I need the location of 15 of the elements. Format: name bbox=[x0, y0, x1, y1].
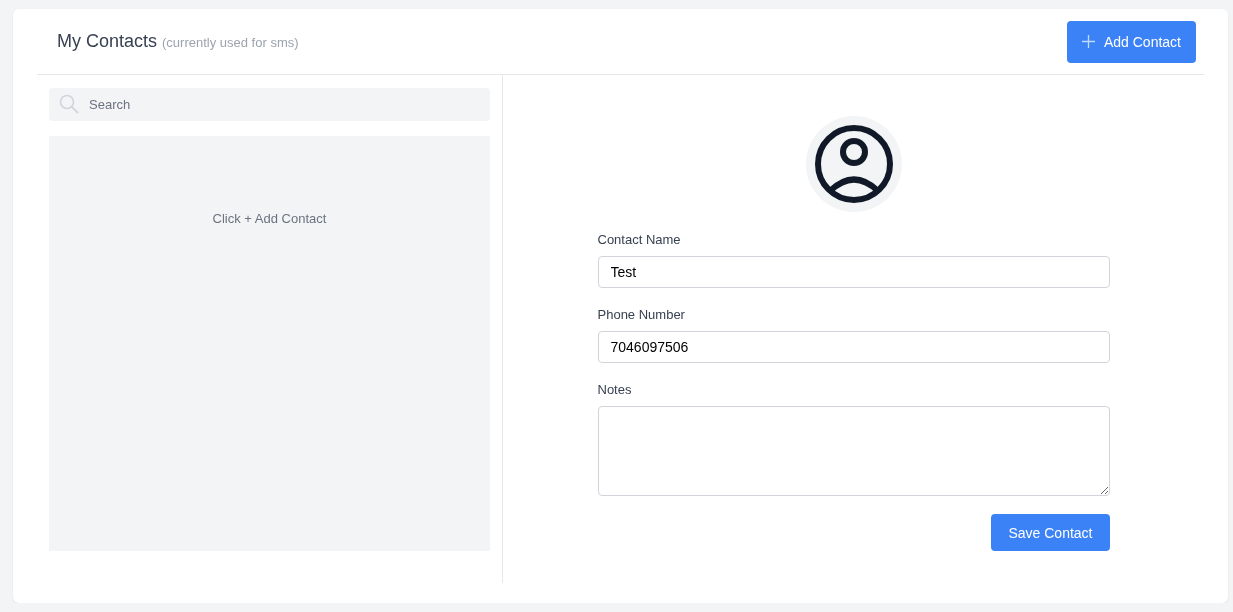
text-field[interactable]: Test bbox=[597, 256, 1110, 288]
save-contact-button[interactable]: Save Contact bbox=[991, 514, 1110, 551]
empty-list-message: Click + Add Contact bbox=[212, 211, 327, 227]
search-icon bbox=[59, 94, 79, 114]
search-field[interactable]: Search bbox=[49, 88, 490, 121]
field-label: Notes bbox=[597, 382, 633, 399]
page-subtitle: (currently used for sms) bbox=[162, 35, 299, 50]
page-title: My Contacts bbox=[57, 31, 158, 52]
text-field[interactable]: 7046097506 bbox=[597, 331, 1110, 363]
user-avatar-icon bbox=[813, 124, 894, 204]
field-label: Phone Number bbox=[597, 307, 686, 324]
plus-icon bbox=[1081, 35, 1095, 48]
notes-field[interactable] bbox=[597, 406, 1110, 496]
add-contact-button[interactable]: Add Contact bbox=[1066, 20, 1196, 63]
field-label: Contact Name bbox=[597, 232, 682, 249]
